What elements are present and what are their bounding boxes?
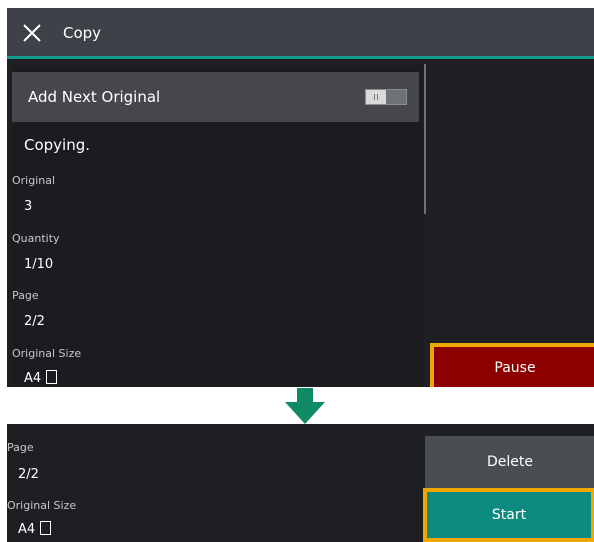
add-next-original-label: Add Next Original [28, 88, 161, 106]
pause-button[interactable]: Pause [434, 347, 594, 387]
add-next-original-row[interactable]: Add Next Original [12, 72, 419, 122]
title-bar: Copy [7, 8, 594, 59]
original-label: Original [12, 174, 56, 187]
arrow-down-icon [285, 388, 325, 424]
page-label: Page [7, 441, 34, 454]
delete-button[interactable]: Delete [425, 436, 594, 488]
original-size-text: A4 [24, 371, 42, 386]
portrait-orientation-icon [46, 370, 58, 384]
quantity-value: 1/10 [24, 257, 54, 272]
page-value: 2/2 [18, 467, 39, 482]
status-panel: Add Next Original Copying. Original 3 Qu… [12, 66, 423, 387]
close-icon[interactable] [21, 22, 43, 44]
add-next-original-toggle[interactable] [365, 89, 407, 105]
original-size-label: Original Size [12, 347, 82, 360]
original-size-text: A4 [18, 522, 36, 537]
start-button[interactable]: Start [427, 492, 591, 538]
copy-screen-after: Page 2/2 Original Size A4 Delete Start [7, 424, 594, 542]
portrait-orientation-icon [40, 521, 52, 535]
page-value: 2/2 [24, 314, 45, 329]
toggle-knob [366, 90, 386, 104]
scrollbar[interactable] [424, 64, 426, 214]
status-text: Copying. [24, 136, 91, 154]
pause-highlight: Pause [430, 343, 594, 387]
close-icon-graphic [23, 24, 41, 42]
original-size-value: A4 [18, 521, 52, 537]
page-label: Page [12, 289, 39, 302]
copy-screen-before: Copy Add Next Original Copying. Original… [7, 8, 594, 387]
original-value: 3 [24, 199, 33, 214]
page-title: Copy [63, 24, 102, 42]
original-size-value: A4 [24, 370, 58, 386]
quantity-label: Quantity [12, 232, 60, 245]
original-size-label: Original Size [7, 499, 77, 512]
start-highlight: Start [423, 488, 594, 542]
title-accent-line [7, 56, 594, 59]
